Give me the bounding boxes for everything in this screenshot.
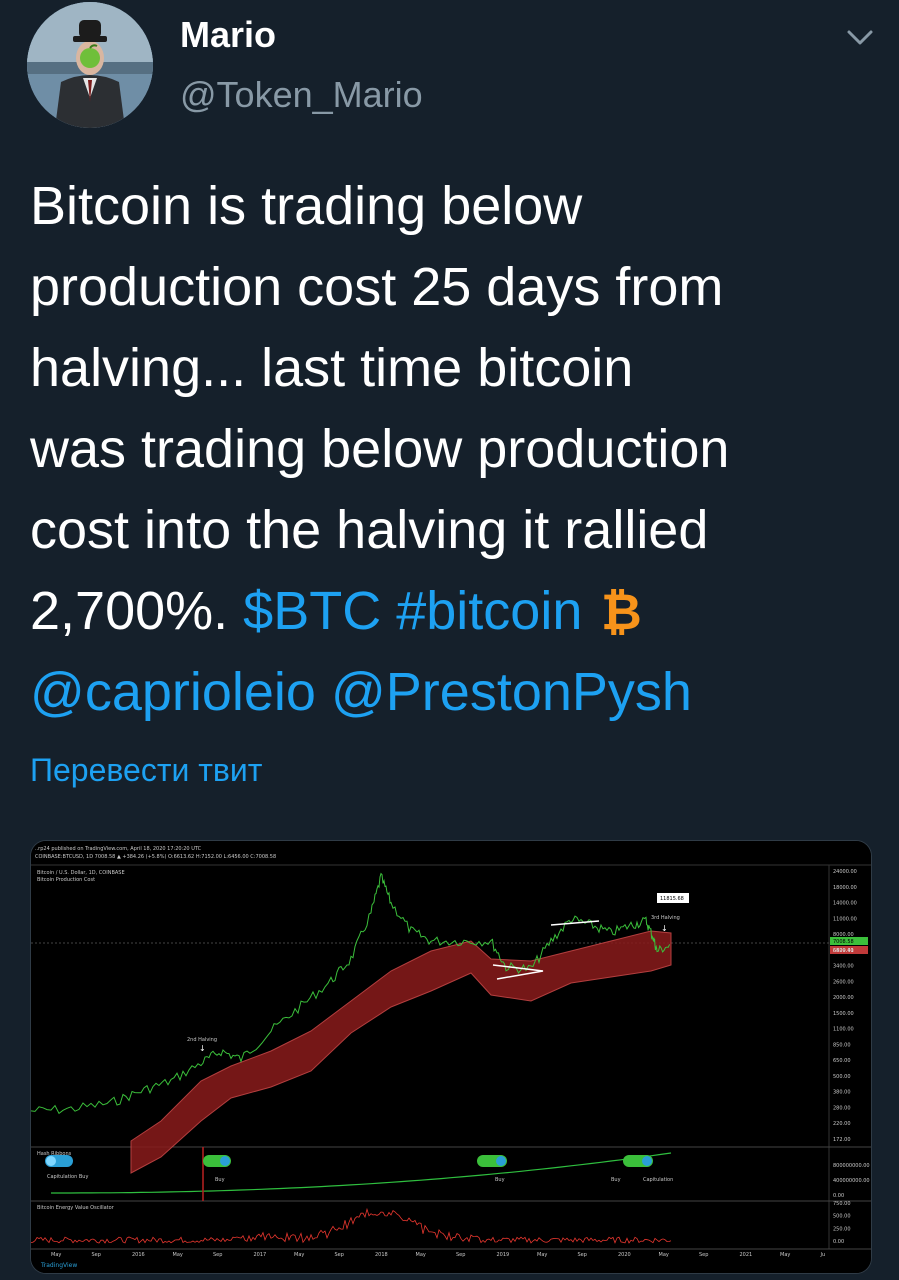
author-name[interactable]: Mario	[180, 14, 276, 56]
translate-tweet-link[interactable]: Перевести твит	[30, 752, 262, 789]
time-tick-label: 2018	[375, 1252, 388, 1258]
buy-label: Capitulation	[643, 1177, 673, 1183]
current-price-text: 7008.58	[833, 939, 854, 945]
arrow-down-icon: ↓	[199, 1044, 206, 1053]
oscillator-tick-label: 750.00	[833, 1201, 851, 1207]
tweet-text-fragment: 2,700%.	[30, 581, 244, 641]
tweet-line: production cost 25 days from	[30, 257, 724, 317]
time-tick-label: May	[294, 1252, 304, 1258]
ribbon-tick-label: 400000000.00	[833, 1178, 870, 1184]
tweet-media-image[interactable]: ..rp24 published on TradingView.com, Apr…	[30, 840, 872, 1274]
price-callout-text: 11815.68	[660, 896, 684, 902]
tweet-line: halving... last time bitcoin	[30, 338, 634, 398]
time-tick-label: 2017	[254, 1252, 267, 1258]
time-tick-label: May	[51, 1252, 61, 1258]
buy-label: Buy	[495, 1177, 505, 1183]
time-tick-label: Sep	[456, 1252, 465, 1258]
time-tick-label: May	[173, 1252, 183, 1258]
time-tick-label: May	[416, 1252, 426, 1258]
hashtag-link[interactable]: #bitcoin	[396, 581, 582, 641]
mention-link[interactable]: @caprioleio	[30, 662, 316, 722]
oscillator-label: Bitcoin Energy Value Oscillator	[37, 1205, 115, 1211]
oscillator-tick-label: 500.00	[833, 1214, 851, 1220]
time-tick-label: 2021	[740, 1252, 753, 1258]
price-tick-label: 24000.00	[833, 869, 857, 875]
price-tick-label: 380.00	[833, 1090, 851, 1096]
time-tick-label: Sep	[92, 1252, 101, 1258]
time-tick-label: May	[659, 1252, 669, 1258]
time-tick-label: Sep	[335, 1252, 344, 1258]
price-tick-label: 14000.00	[833, 901, 857, 907]
time-tick-label: May	[780, 1252, 790, 1258]
tradingview-logo: TradingView	[40, 1262, 77, 1269]
avatar-image	[27, 2, 153, 128]
price-tick-label: 8000.00	[833, 932, 854, 938]
tweet-line: Bitcoin is trading below	[30, 176, 583, 236]
price-tick-label: 1100.00	[833, 1027, 854, 1033]
time-tick-label: 2020	[618, 1252, 631, 1258]
time-tick-label: Ju	[820, 1252, 826, 1258]
price-tick-label: 220.00	[833, 1121, 851, 1127]
chart-screenshot: ..rp24 published on TradingView.com, Apr…	[31, 841, 871, 1273]
time-tick-label: Sep	[578, 1252, 587, 1258]
annotation-2nd-halving: 2nd Halving	[187, 1037, 217, 1043]
price-tick-label: 18000.00	[833, 885, 857, 891]
ribbon-tick-label: 800000000.00	[833, 1163, 870, 1169]
price-tick-label: 2600.00	[833, 979, 854, 985]
price-tick-label: 1500.00	[833, 1011, 854, 1017]
chart-header-1: ..rp24 published on TradingView.com, Apr…	[35, 846, 202, 852]
time-tick-label: May	[537, 1252, 547, 1258]
chart-legend-1: Bitcoin / U.S. Dollar, 1D, COINBASE	[37, 870, 125, 876]
time-tick-label: Sep	[213, 1252, 222, 1258]
oscillator-tick-label: 250.00	[833, 1226, 851, 1232]
time-tick-label: Sep	[699, 1252, 708, 1258]
buy-label: Capitulation Buy	[47, 1174, 88, 1180]
price-tick-label: 5400.00	[833, 948, 854, 954]
buy-label: Buy	[215, 1177, 225, 1183]
arrow-down-icon: ↓	[661, 924, 668, 933]
tweet-line: was trading below production	[30, 419, 730, 479]
svg-text:₿: ₿	[601, 583, 642, 637]
price-tick-label: 280.00	[833, 1105, 851, 1111]
buy-label: Buy	[611, 1177, 621, 1183]
mention-link[interactable]: @PrestonPysh	[331, 662, 692, 722]
annotation-3rd-halving: 3rd Halving	[651, 915, 680, 921]
chart-legend-2: Bitcoin Production Cost	[37, 877, 95, 883]
price-tick-label: 850.00	[833, 1042, 851, 1048]
avatar[interactable]	[27, 2, 153, 128]
oscillator-tick-label: 0.00	[833, 1239, 844, 1245]
price-tick-label: 11000.00	[833, 916, 857, 922]
bitcoin-emoji-icon: ₿	[601, 583, 642, 637]
time-tick-label: 2016	[132, 1252, 145, 1258]
time-tick-label: 2019	[497, 1252, 510, 1258]
author-handle[interactable]: @Token_Mario	[180, 74, 423, 116]
tweet-text: Bitcoin is trading below production cost…	[30, 166, 880, 733]
chart-header-2: COINBASE:BTCUSD, 1D 7008.58 ▲ +384.26 (+…	[35, 854, 276, 860]
price-tick-label: 172.00	[833, 1137, 851, 1143]
price-tick-label: 500.00	[833, 1074, 851, 1080]
cashtag-link[interactable]: $BTC	[243, 581, 381, 641]
more-options-button[interactable]	[844, 22, 876, 54]
chevron-down-icon	[847, 30, 873, 45]
tweet-line-mentions: @caprioleio @PrestonPysh	[30, 652, 880, 733]
tweet-line: cost into the halving it rallied	[30, 500, 709, 560]
price-tick-label: 2000.00	[833, 995, 854, 1001]
tweet-line-last: 2,700%. $BTC #bitcoin ₿	[30, 571, 880, 652]
price-tick-label: 650.00	[833, 1058, 851, 1064]
price-tick-label: 3400.00	[833, 964, 854, 970]
ribbon-tick-label: 0.00	[833, 1193, 844, 1199]
